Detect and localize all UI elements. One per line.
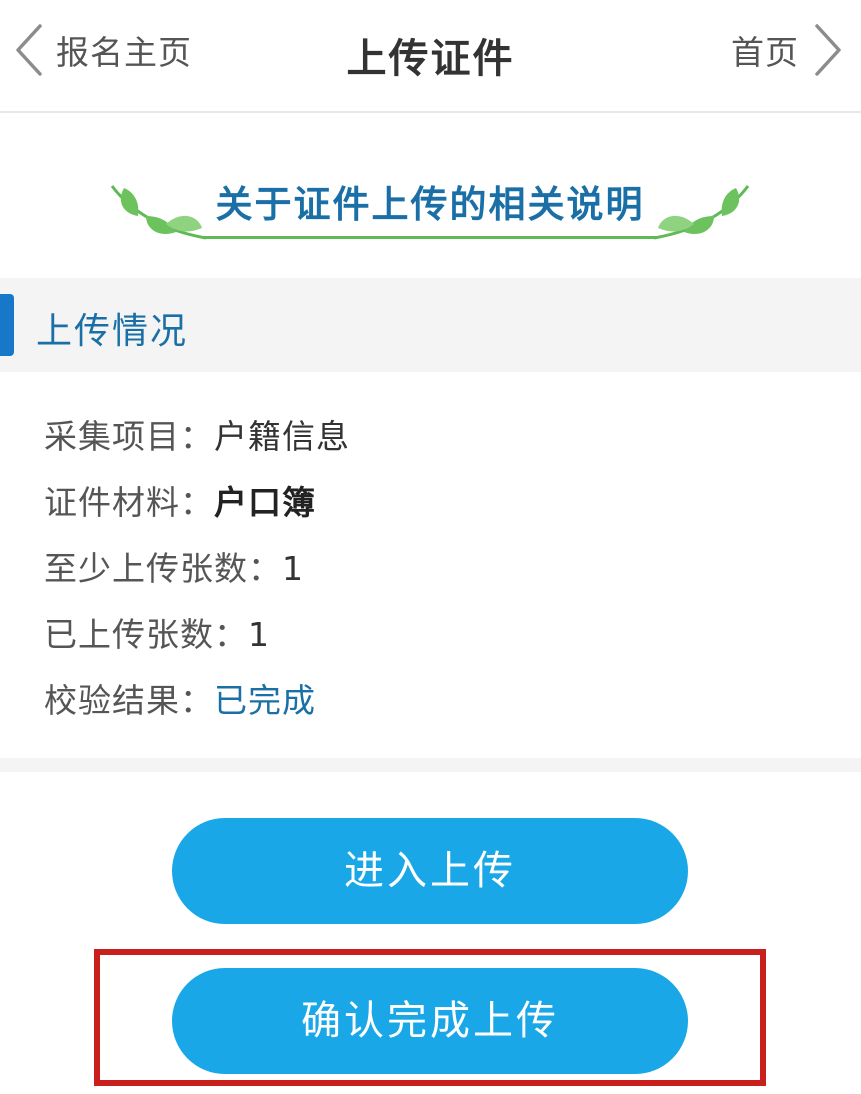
info-value: 1 bbox=[282, 549, 304, 588]
info-label: 校验结果： bbox=[44, 681, 214, 720]
status-value: 已完成 bbox=[214, 681, 316, 720]
leaf-icon bbox=[650, 180, 750, 246]
confirm-upload-button[interactable]: 确认完成上传 bbox=[172, 968, 688, 1074]
upload-instructions-banner[interactable]: 关于证件上传的相关说明 bbox=[110, 160, 750, 250]
info-label: 已上传张数： bbox=[44, 615, 248, 654]
chevron-right-icon bbox=[813, 22, 843, 78]
info-value: 户籍信息 bbox=[214, 417, 350, 456]
section-accent-bar bbox=[0, 294, 14, 356]
nav-header: 报名主页 上传证件 首页 bbox=[0, 0, 861, 113]
info-label: 证件材料： bbox=[44, 483, 214, 522]
info-row-document-material: 证件材料：户口簿 bbox=[44, 476, 824, 542]
upload-info-list: 采集项目：户籍信息 证件材料：户口簿 至少上传张数：1 已上传张数：1 校验结果… bbox=[44, 410, 824, 740]
info-row-verification-result: 校验结果：已完成 bbox=[44, 674, 824, 740]
home-label: 首页 bbox=[731, 33, 799, 72]
section-header: 上传情况 bbox=[0, 278, 861, 372]
info-value: 户口簿 bbox=[214, 483, 316, 522]
info-row-min-upload-count: 至少上传张数：1 bbox=[44, 542, 824, 608]
enter-upload-button[interactable]: 进入上传 bbox=[172, 818, 688, 924]
info-row-collection-item: 采集项目：户籍信息 bbox=[44, 410, 824, 476]
info-label: 至少上传张数： bbox=[44, 549, 282, 588]
info-label: 采集项目： bbox=[44, 417, 214, 456]
section-divider bbox=[0, 758, 861, 772]
info-row-uploaded-count: 已上传张数：1 bbox=[44, 608, 824, 674]
banner-underline bbox=[202, 236, 658, 239]
home-button[interactable]: 首页 bbox=[731, 22, 843, 78]
info-value: 1 bbox=[248, 615, 270, 654]
section-title: 上传情况 bbox=[36, 311, 189, 352]
